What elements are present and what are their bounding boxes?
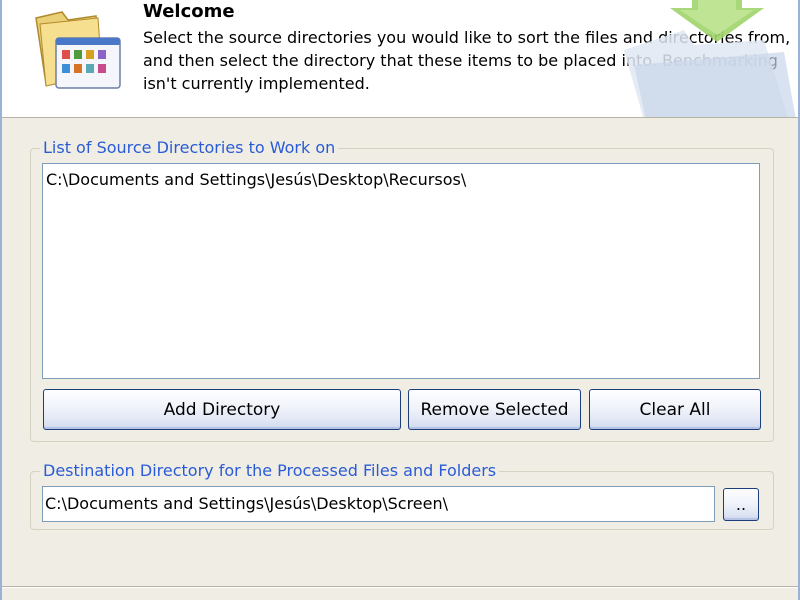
destination-directory-caption: Destination Directory for the Processed …	[40, 461, 500, 481]
source-directories-caption: List of Source Directories to Work on	[40, 138, 339, 158]
wizard-header: Welcome Select the source directories yo…	[2, 0, 798, 118]
destination-directory-field[interactable]: C:\Documents and Settings\Jesús\Desktop\…	[42, 486, 715, 522]
clear-all-button[interactable]: Clear All	[589, 389, 761, 430]
list-item[interactable]: C:\Documents and Settings\Jesús\Desktop\…	[46, 169, 466, 191]
source-directories-list[interactable]: C:\Documents and Settings\Jesús\Desktop\…	[42, 163, 760, 379]
browse-button[interactable]: ..	[723, 488, 759, 521]
destination-directory-value[interactable]: C:\Documents and Settings\Jesús\Desktop\…	[45, 493, 448, 515]
page-title: Welcome	[143, 1, 235, 22]
remove-selected-button[interactable]: Remove Selected	[408, 389, 581, 430]
add-directory-button[interactable]: Add Directory	[43, 389, 401, 430]
folder-download-icon	[624, 0, 796, 117]
folder-icon	[35, 11, 121, 89]
footer-divider	[2, 586, 798, 588]
wizard-window: Welcome Select the source directories yo…	[0, 0, 800, 600]
